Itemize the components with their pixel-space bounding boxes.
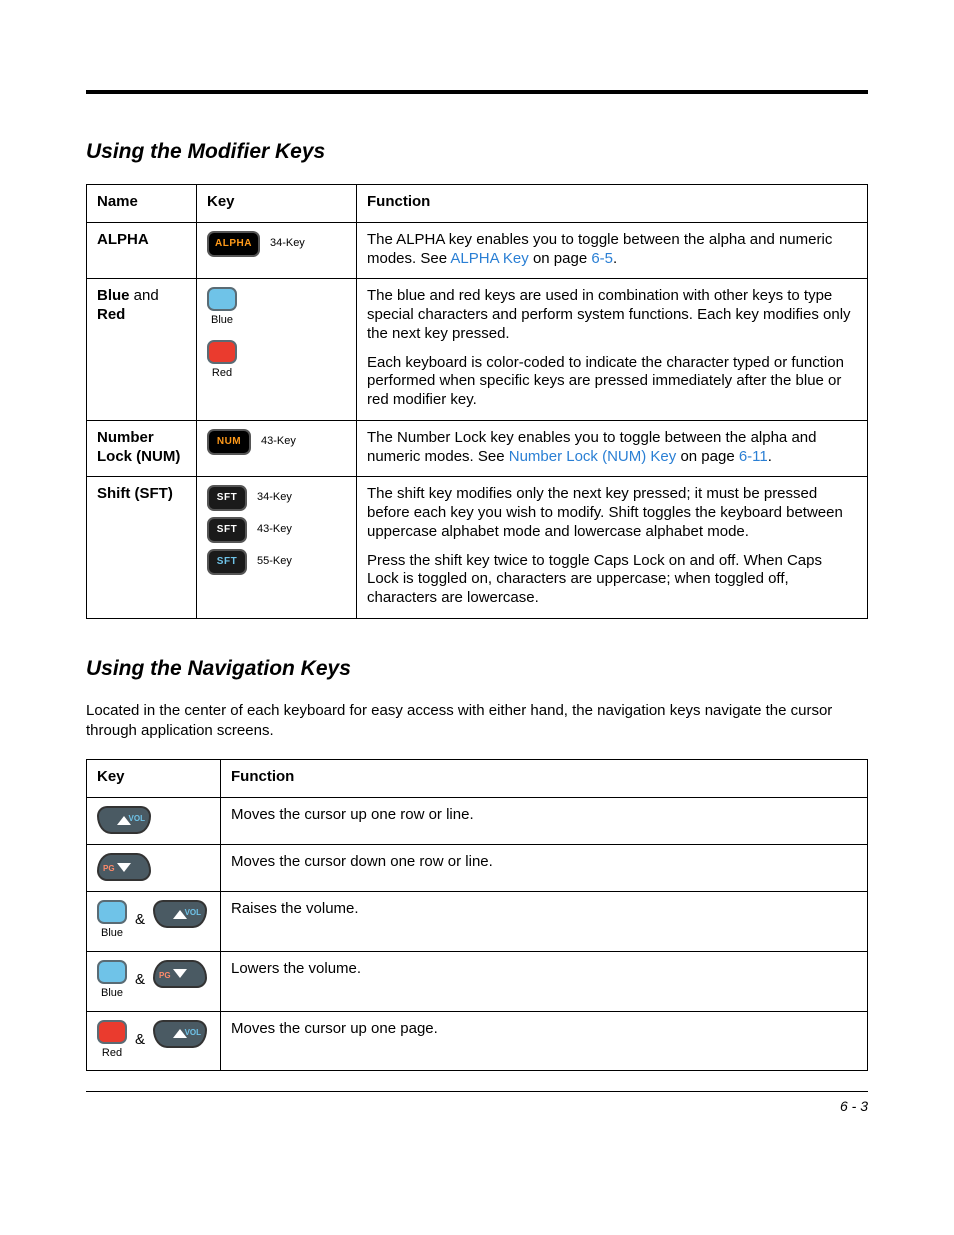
key-label: Blue [101, 927, 123, 941]
nav-up-key-icon: VOL [153, 1020, 207, 1048]
num-key-icon: NUM [207, 429, 251, 455]
row-name: ALPHA [97, 231, 149, 248]
blue-key-icon [97, 960, 127, 984]
modifier-keys-table: Name Key Function ALPHA ALPHA 34-Key The… [86, 184, 868, 619]
table-row: Blue & PG Lowers the volume. [87, 951, 868, 1011]
text: on page [529, 250, 592, 267]
key-label: Blue [211, 314, 233, 328]
pg-label: PG [103, 864, 115, 874]
red-key-icon [207, 340, 237, 364]
xref-page-link[interactable]: 6-11 [739, 448, 768, 465]
top-rule [86, 90, 868, 94]
table-row: ALPHA ALPHA 34-Key The ALPHA key enables… [87, 222, 868, 279]
nav-up-key-icon: VOL [97, 806, 151, 834]
nav-down-key-icon: PG [97, 853, 151, 881]
table-row: Red & VOL Moves the cursor up one page. [87, 1011, 868, 1071]
row-function: Raises the volume. [221, 892, 868, 952]
table-row: PG Moves the cursor down one row or line… [87, 845, 868, 892]
col-header-name: Name [87, 185, 197, 223]
table-row: Shift (SFT) SFT 34-Key SFT 43-Key SFT [87, 477, 868, 619]
table-row: Blue and Red Blue Red [87, 279, 868, 421]
key-note: 55-Key [257, 555, 292, 569]
alpha-key-icon: ALPHA [207, 231, 260, 257]
text: The shift key modifies only the next key… [367, 485, 857, 541]
section1-title: Using the Modifier Keys [86, 140, 868, 164]
row-function: The ALPHA key enables you to toggle betw… [357, 222, 868, 279]
ampersand: & [135, 911, 145, 930]
red-key-icon [97, 1020, 127, 1044]
col-header-key: Key [87, 760, 221, 798]
vol-label: VOL [185, 908, 201, 918]
text: . [768, 448, 772, 465]
arrow-down-icon [117, 863, 131, 872]
row-function: The shift key modifies only the next key… [357, 477, 868, 619]
text: Press the shift key twice to toggle Caps… [367, 552, 857, 608]
row-function: The Number Lock key enables you to toggl… [357, 420, 868, 477]
col-header-function: Function [221, 760, 868, 798]
text: and [130, 287, 159, 304]
key-label: Blue [101, 987, 123, 1001]
sft-key-icon: SFT [207, 517, 247, 543]
section2-intro: Located in the center of each keyboard f… [86, 701, 868, 742]
blue-key-icon [97, 900, 127, 924]
text: Each keyboard is color-coded to indicate… [367, 354, 857, 410]
key-label: Red [102, 1047, 122, 1061]
text: . [613, 250, 617, 267]
navigation-keys-table: Key Function VOL Moves the cursor up one… [86, 759, 868, 1071]
ampersand: & [135, 1031, 145, 1050]
ampersand: & [135, 971, 145, 990]
section2-title: Using the Navigation Keys [86, 657, 868, 681]
vol-label: VOL [185, 1028, 201, 1038]
sft-key-icon: SFT [207, 549, 247, 575]
text: on page [676, 448, 739, 465]
row-function: Moves the cursor down one row or line. [221, 845, 868, 892]
row-name: Number Lock (NUM) [97, 429, 180, 465]
xref-link[interactable]: Number Lock (NUM) Key [509, 448, 677, 465]
row-function: Moves the cursor up one row or line. [221, 798, 868, 845]
text: Blue [97, 287, 130, 304]
row-name: Shift (SFT) [97, 485, 173, 502]
row-function: The blue and red keys are used in combin… [357, 279, 868, 421]
text: Red [97, 306, 125, 323]
key-label: Red [212, 367, 232, 381]
pg-label: PG [159, 971, 171, 981]
key-note: 43-Key [261, 435, 296, 449]
arrow-down-icon [173, 969, 187, 978]
nav-down-key-icon: PG [153, 960, 207, 988]
page-footer: 6 - 3 [86, 1091, 868, 1114]
nav-up-key-icon: VOL [153, 900, 207, 928]
key-note: 34-Key [270, 237, 305, 251]
table-row: Blue & VOL Raises the volume. [87, 892, 868, 952]
row-function: Moves the cursor up one page. [221, 1011, 868, 1071]
sft-key-icon: SFT [207, 485, 247, 511]
vol-label: VOL [129, 814, 145, 824]
table-row: Number Lock (NUM) NUM 43-Key The Number … [87, 420, 868, 477]
blue-key-icon [207, 287, 237, 311]
page-number: 6 - 3 [840, 1098, 868, 1114]
text: The blue and red keys are used in combin… [367, 287, 857, 343]
col-header-key: Key [197, 185, 357, 223]
xref-page-link[interactable]: 6-5 [591, 250, 613, 267]
row-name: Blue and Red [87, 279, 197, 421]
xref-link[interactable]: ALPHA Key [450, 250, 528, 267]
row-function: Lowers the volume. [221, 951, 868, 1011]
key-note: 34-Key [257, 491, 292, 505]
col-header-function: Function [357, 185, 868, 223]
key-note: 43-Key [257, 523, 292, 537]
table-row: VOL Moves the cursor up one row or line. [87, 798, 868, 845]
